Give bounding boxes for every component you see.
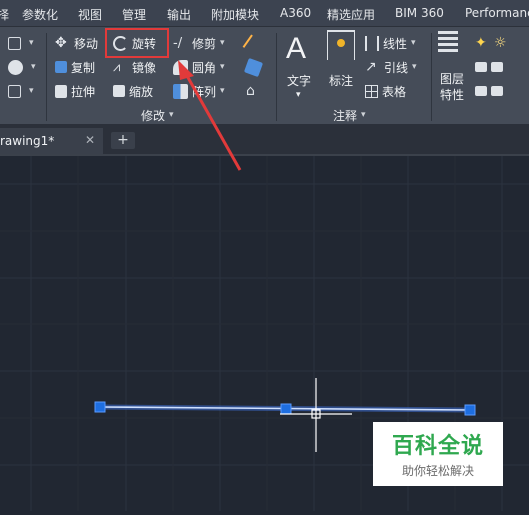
grip-end[interactable] <box>464 404 476 416</box>
rotate-highlight-box <box>105 28 169 58</box>
annotation-arrow <box>178 60 242 171</box>
watermark-subtitle: 助你轻松解决 <box>401 464 474 478</box>
grip-start[interactable] <box>94 401 106 413</box>
crosshair-cursor <box>280 378 352 452</box>
watermark-title: 百科全说 <box>391 434 484 459</box>
watermark: 百科全说 助你轻松解决 <box>373 422 503 486</box>
grip-midpoint[interactable] <box>280 403 292 415</box>
